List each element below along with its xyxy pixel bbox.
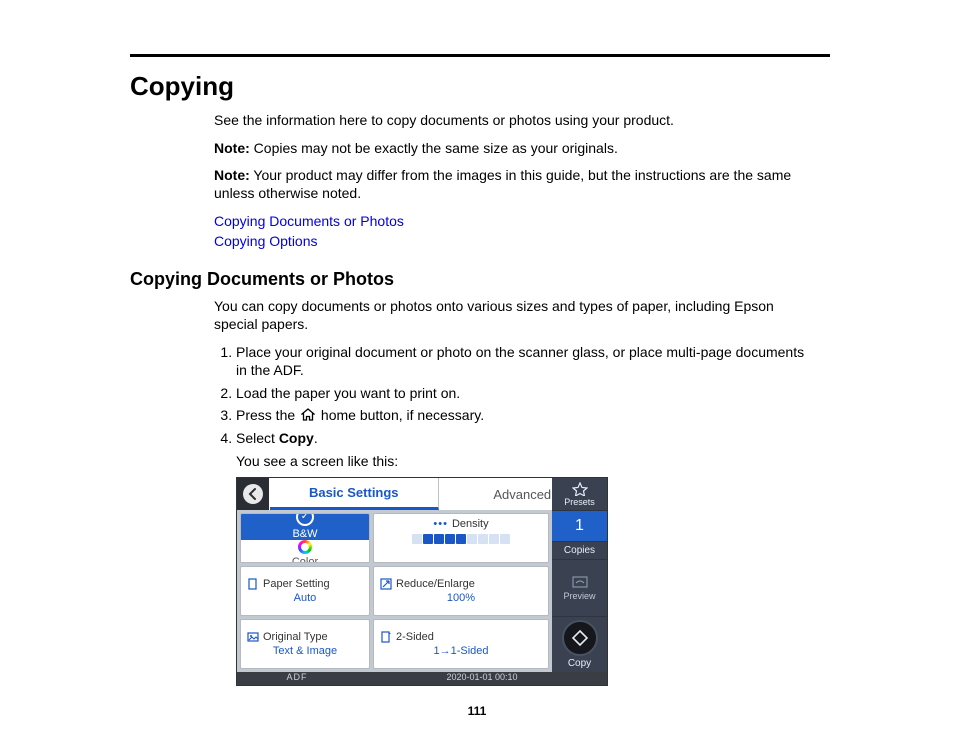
paper-value: Auto [247,592,363,604]
preview-label: Preview [563,591,595,601]
tile-density[interactable]: ••• Density [373,513,549,563]
step-4-text-c: . [314,430,318,446]
density-title: Density [452,518,489,530]
tile-paper-setting[interactable]: Paper Setting Auto [240,566,370,616]
check-icon [296,513,314,526]
option-bw[interactable]: B&W [241,513,369,540]
step-2: Load the paper you want to print on. [236,384,814,402]
tab-basic-settings[interactable]: Basic Settings [270,478,439,510]
preview-button[interactable]: Preview [552,560,607,617]
note-2-label: Note: [214,167,250,183]
step-3-text-b: home button, if necessary. [321,407,484,423]
color-wheel-icon [298,540,312,554]
preview-icon [571,575,589,589]
link-copying-options[interactable]: Copying Options [214,232,814,252]
link-copying-documents[interactable]: Copying Documents or Photos [214,212,814,232]
option-color[interactable]: Color [241,540,369,563]
orig-title: Original Type [263,631,328,643]
tile-reduce-enlarge[interactable]: Reduce/Enlarge 100% [373,566,549,616]
note-1: Note: Copies may not be exactly the same… [214,140,814,158]
bw-label: B&W [292,528,317,540]
intro-paragraph: See the information here to copy documen… [214,112,814,130]
orig-value: Text & Image [247,645,363,657]
back-button[interactable] [237,478,270,510]
presets-button[interactable]: Presets [552,478,607,511]
tile-two-sided[interactable]: 2-Sided 1→1-Sided [373,619,549,669]
diamond-start-icon [570,628,590,648]
tile-original-type[interactable]: Original Type Text & Image [240,619,370,669]
twos-value: 1→1-Sided [380,645,542,657]
reduce-title: Reduce/Enlarge [396,578,475,590]
status-adf: ADF [237,672,357,685]
copies-value[interactable]: 1 [552,511,607,542]
note-1-text: Copies may not be exactly the same size … [250,140,618,156]
steps-list: Place your original document or photo on… [214,343,814,447]
twos-title: 2-Sided [396,631,434,643]
step-1: Place your original document or photo on… [236,343,814,379]
copies-label: Copies [552,542,607,560]
paper-icon [247,578,259,590]
paper-title: Paper Setting [263,578,330,590]
home-icon [301,407,315,425]
section-heading: Copying Documents or Photos [130,269,844,290]
status-timestamp: 2020-01-01 00:10 [357,672,607,685]
step-4: Select Copy. [236,429,814,447]
after-step-4-text: You see a screen like this: [236,453,814,469]
step-3: Press the home button, if necessary. [236,406,814,425]
tile-color-mode[interactable]: B&W Color [240,513,370,563]
step-4-copy-word: Copy [279,430,314,446]
resize-icon [380,578,392,590]
back-arrow-icon [242,483,264,505]
reduce-value: 100% [380,592,542,604]
note-2: Note: Your product may differ from the i… [214,167,814,202]
star-icon [572,482,588,496]
presets-label: Presets [564,497,595,507]
printer-screen: Basic Settings Advanced Presets 1 Copies… [236,477,608,686]
note-2-text: Your product may differ from the images … [214,167,791,201]
image-icon [247,631,259,643]
page-number: 111 [0,704,954,718]
two-sided-icon [380,631,392,643]
copy-button[interactable]: Copy [552,617,607,672]
copy-label: Copy [568,658,591,669]
density-slider[interactable] [412,534,510,544]
section-intro: You can copy documents or photos onto va… [214,298,814,333]
density-dots-icon: ••• [433,518,448,530]
page-title: Copying [130,71,844,102]
right-panel: Presets 1 Copies Preview [552,478,607,672]
note-1-label: Note: [214,140,250,156]
step-3-text-a: Press the [236,407,299,423]
step-4-text-a: Select [236,430,279,446]
color-label: Color [292,556,318,563]
status-bar: ADF 2020-01-01 00:10 [237,672,607,685]
